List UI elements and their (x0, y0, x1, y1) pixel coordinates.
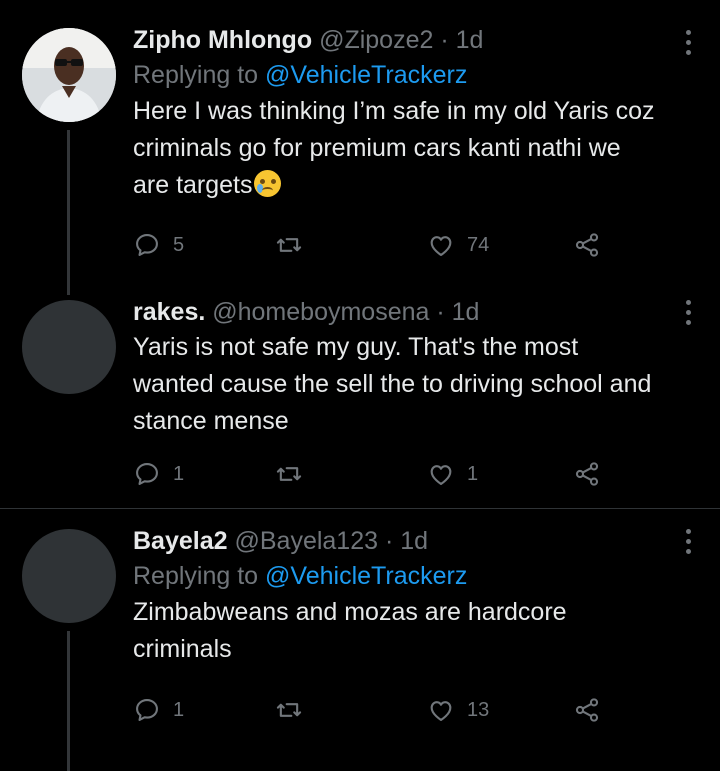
like-count: 74 (467, 233, 490, 256)
reply-count: 1 (173, 698, 185, 721)
more-options-icon[interactable] (684, 529, 692, 557)
more-options-icon[interactable] (684, 300, 692, 328)
share-nodes-icon (575, 233, 599, 257)
reply-button[interactable]: 1 (133, 457, 184, 491)
avatar[interactable] (22, 300, 116, 394)
share-nodes-icon (575, 698, 599, 722)
author-name[interactable]: Zipho Mhlongo (133, 26, 312, 54)
retweet-arrows-icon (276, 467, 302, 481)
reply-count: 5 (173, 233, 185, 256)
tweet-text: Zimbabweans and mozas are hardcore crimi… (133, 598, 567, 663)
tweet-text: Here I was thinking I’m safe in my old Y… (133, 93, 660, 204)
thread-line (67, 130, 70, 295)
tweet-2[interactable]: rakes. @homeboymosena · 1d Yaris is not … (0, 280, 720, 508)
thread-line (67, 631, 70, 771)
retweet-button[interactable] (275, 228, 303, 262)
reply-button[interactable]: 5 (133, 228, 184, 262)
tweet-text-body: Here I was thinking I’m safe in my old Y… (133, 97, 655, 199)
more-options-icon[interactable] (684, 30, 692, 58)
avatar-photo (22, 28, 116, 122)
heart-icon (430, 701, 452, 721)
tweet-1[interactable]: Zipho Mhlongo @Zipoze2 · 1d Replying to … (0, 0, 720, 295)
replying-to: Replying to @VehicleTrackerz (133, 560, 660, 592)
crying-face-emoji-icon (253, 170, 281, 197)
speech-bubble-icon (136, 463, 158, 485)
heart-icon (430, 236, 452, 256)
author-handle[interactable]: @homeboymosena (212, 298, 429, 326)
timestamp[interactable]: · 1d (440, 26, 483, 54)
replying-to: Replying to @VehicleTrackerz (133, 59, 660, 91)
share-button[interactable] (573, 693, 601, 727)
like-button[interactable]: 1 (427, 457, 478, 491)
replying-handle-link[interactable]: @VehicleTrackerz (265, 61, 467, 89)
like-button[interactable]: 13 (427, 693, 489, 727)
tweet-text: Yaris is not safe my guy. That's the mos… (133, 333, 652, 435)
avatar[interactable] (22, 529, 116, 623)
timestamp[interactable]: · 1d (436, 298, 479, 326)
share-button[interactable] (573, 457, 601, 491)
like-button[interactable]: 74 (427, 228, 489, 262)
speech-bubble-icon (136, 234, 158, 256)
retweet-arrows-icon (276, 238, 302, 252)
speech-bubble-icon (136, 699, 158, 721)
share-button[interactable] (573, 228, 601, 262)
replying-prefix: Replying to (133, 61, 259, 89)
author-handle[interactable]: @Bayela123 (234, 527, 378, 555)
avatar[interactable] (22, 28, 116, 122)
retweet-arrows-icon (276, 703, 302, 717)
author-name[interactable]: Bayela2 (133, 527, 228, 555)
like-count: 1 (467, 462, 479, 485)
replying-prefix: Replying to (133, 562, 259, 590)
timestamp[interactable]: · 1d (385, 527, 428, 555)
retweet-button[interactable] (275, 457, 303, 491)
replying-handle-link[interactable]: @VehicleTrackerz (265, 562, 467, 590)
share-nodes-icon (575, 462, 599, 486)
heart-icon (430, 465, 452, 485)
tweet-3[interactable]: Bayela2 @Bayela123 · 1d Replying to @Veh… (0, 509, 720, 771)
like-count: 13 (467, 698, 490, 721)
retweet-button[interactable] (275, 693, 303, 727)
author-name[interactable]: rakes. (133, 298, 205, 326)
reply-count: 1 (173, 462, 185, 485)
author-handle[interactable]: @Zipoze2 (319, 26, 433, 54)
reply-button[interactable]: 1 (133, 693, 184, 727)
